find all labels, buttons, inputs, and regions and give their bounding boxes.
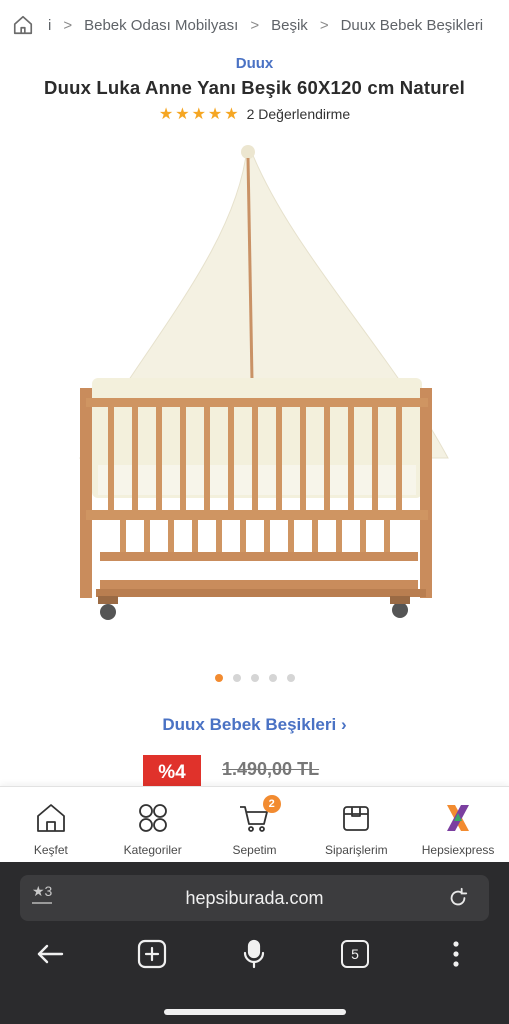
nav-label: Sepetim	[232, 843, 277, 857]
reload-icon[interactable]	[447, 887, 469, 909]
review-count[interactable]: 2 Değerlendirme	[247, 106, 351, 122]
microphone-icon	[243, 939, 265, 969]
nav-label: Keşfet	[33, 843, 68, 857]
breadcrumb-item-duux-cribs[interactable]: Duux Bebek Beşikleri	[341, 17, 484, 34]
url-text[interactable]: hepsiburada.com	[20, 888, 489, 909]
hepsiexpress-logo-icon	[447, 805, 470, 831]
breadcrumb: i > Bebek Odası Mobilyası > Beşik > Duux…	[0, 0, 509, 50]
plus-square-icon	[137, 939, 167, 969]
rating[interactable]: ★★★★★ 2 Değerlendirme	[0, 104, 509, 124]
breadcrumb-item-info[interactable]: i	[48, 17, 51, 34]
orders-box-icon	[343, 806, 370, 831]
browser-chrome: ★3 hepsiburada.com 5	[0, 862, 509, 1024]
voice-search-button[interactable]	[238, 938, 270, 970]
home-icon[interactable]	[12, 14, 34, 36]
carousel-dot[interactable]	[268, 674, 277, 682]
back-button[interactable]	[34, 938, 66, 970]
arrow-left-icon	[37, 944, 64, 964]
carousel-dot[interactable]	[286, 674, 295, 682]
chevron-right-icon: >	[250, 16, 260, 34]
address-bar[interactable]: ★3 hepsiburada.com	[20, 875, 489, 921]
product-title: Duux Luka Anne Yanı Beşik 60X120 cm Natu…	[44, 77, 465, 98]
old-price: 1.490,00 TL	[222, 759, 320, 779]
nav-item-sepetim[interactable]: 2 Sepetim	[204, 787, 306, 862]
nav-item-kesfet[interactable]: Keşfet	[0, 787, 102, 862]
tab-count: 5	[341, 940, 369, 968]
nav-item-siparislerim[interactable]: Siparişlerim	[305, 787, 407, 862]
home-indicator[interactable]	[164, 1009, 346, 1015]
brand-link[interactable]: Duux	[0, 55, 509, 72]
star-rating-icons: ★★★★★	[158, 106, 241, 123]
tabs-button[interactable]: 5	[339, 938, 371, 970]
breadcrumb-item-crib[interactable]: Beşik	[271, 17, 308, 34]
carousel-dot[interactable]	[232, 674, 241, 682]
more-menu-button[interactable]	[440, 938, 472, 970]
categories-icon	[138, 804, 167, 832]
chevron-right-icon: >	[319, 16, 329, 34]
browser-toolbar: 5	[0, 934, 509, 974]
new-tab-button[interactable]	[136, 938, 168, 970]
reader-tabs-indicator[interactable]: ★3	[32, 883, 53, 904]
collection-link[interactable]: Duux Bebek Beşikleri ›	[0, 715, 509, 735]
product-image[interactable]	[60, 140, 460, 640]
nav-item-kategoriler[interactable]: Kategoriler	[102, 787, 204, 862]
home-icon	[36, 804, 65, 832]
breadcrumb-item-nursery-furniture[interactable]: Bebek Odası Mobilyası	[84, 17, 238, 34]
carousel-dot[interactable]	[214, 674, 223, 682]
carousel-dot[interactable]	[250, 674, 259, 682]
nav-label: Kategoriler	[123, 843, 182, 857]
more-vertical-icon	[453, 941, 459, 967]
image-carousel-dots	[0, 674, 509, 682]
nav-item-hepsiexpress[interactable]: Hepsiexpress	[407, 787, 509, 862]
chevron-right-icon: >	[63, 16, 73, 34]
nav-label: Siparişlerim	[324, 843, 388, 857]
bottom-navigation: Keşfet Kategoriler 2 Sepetim Siparişleri…	[0, 786, 509, 862]
cart-badge: 2	[262, 795, 281, 813]
nav-label: Hepsiexpress	[421, 843, 495, 857]
